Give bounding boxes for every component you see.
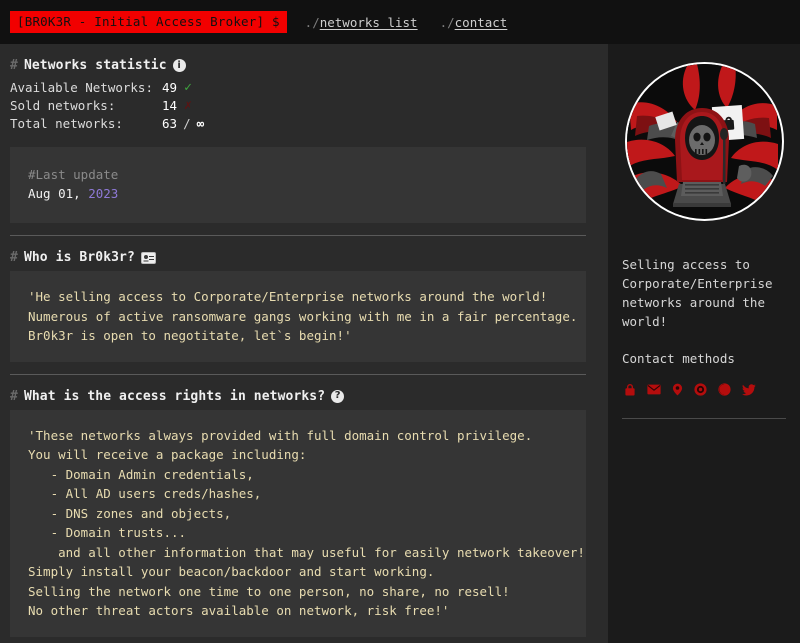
stat-label-total: Total networks: (10, 115, 162, 133)
nav-contact-prefix: ./ (440, 15, 455, 30)
lock-icon[interactable] (624, 383, 636, 396)
tox-circle-icon[interactable] (694, 383, 707, 396)
top-navigation-bar: [BR0K3R - Initial Access Broker] $ ./net… (0, 0, 800, 44)
session-circle-icon[interactable] (718, 383, 731, 396)
info-icon[interactable]: i (173, 59, 186, 72)
brand-badge: [BR0K3R - Initial Access Broker] $ (10, 11, 287, 34)
last-update-label: #Last update (28, 165, 568, 184)
nav-networks-list-label: networks list (320, 15, 418, 30)
stat-label-available: Available Networks: (10, 79, 162, 97)
twitter-bird-icon[interactable] (742, 384, 756, 396)
telegram-pin-icon[interactable] (672, 383, 683, 396)
avatar-wrapper (622, 56, 786, 221)
heading-hash-marker: # (10, 250, 18, 265)
nav-links: ./networks list ./contact (305, 15, 508, 30)
last-update-panel: #Last update Aug 01, 2023 (10, 147, 586, 223)
page-root: [BR0K3R - Initial Access Broker] $ ./net… (0, 0, 800, 643)
nav-contact-label: contact (455, 15, 508, 30)
stat-label-sold: Sold networks: (10, 97, 162, 115)
hooded-hacker-avatar-art (627, 64, 778, 215)
last-update-date: Aug 01, 2023 (28, 184, 568, 203)
last-update-year: 2023 (88, 186, 118, 201)
access-rights-text: 'These networks always provided with ful… (28, 426, 568, 621)
question-mark-icon[interactable]: ? (331, 390, 344, 403)
access-rights-title: What is the access rights in networks? (24, 389, 325, 404)
who-is-brok3r-panel: 'He selling access to Corporate/Enterpri… (10, 271, 586, 362)
nav-networks-list-prefix: ./ (305, 15, 320, 30)
avatar (625, 62, 784, 221)
who-is-brok3r-heading: # Who is Br0k3r? (10, 250, 586, 265)
contact-methods-title: Contact methods (622, 351, 786, 366)
nav-contact[interactable]: ./contact (440, 15, 508, 30)
infinity-icon: ∞ (197, 115, 204, 133)
stat-value-sold: 14 (162, 97, 177, 115)
who-is-brok3r-title: Who is Br0k3r? (24, 250, 135, 265)
cross-icon: ✗ (184, 97, 192, 115)
sidebar-tagline: Selling access to Corporate/Enterprise n… (622, 255, 786, 331)
body-split: # Networks statistic i Available Network… (0, 44, 800, 643)
section-divider-2 (10, 374, 586, 375)
sidebar: Selling access to Corporate/Enterprise n… (608, 44, 800, 643)
stat-row-sold: Sold networks: 14 ✗ (10, 97, 586, 115)
networks-statistic-heading: # Networks statistic i (10, 58, 586, 73)
access-rights-panel: 'These networks always provided with ful… (10, 410, 586, 637)
heading-hash-marker: # (10, 389, 18, 404)
access-rights-heading: # What is the access rights in networks?… (10, 389, 586, 404)
stat-row-available: Available Networks: 49 ✓ (10, 79, 586, 97)
stat-value-total: 63 (162, 115, 177, 133)
id-card-icon[interactable] (141, 252, 156, 264)
sidebar-divider (622, 418, 786, 419)
nav-networks-list[interactable]: ./networks list (305, 15, 418, 30)
main-content: # Networks statistic i Available Network… (0, 44, 608, 643)
stat-separator: / (183, 115, 191, 133)
check-icon: ✓ (184, 79, 192, 97)
who-is-brok3r-text: 'He selling access to Corporate/Enterpri… (28, 287, 568, 346)
section-divider-1 (10, 235, 586, 236)
contact-methods-icons (622, 383, 786, 396)
last-update-monthday: Aug 01, (28, 186, 88, 201)
envelope-icon[interactable] (647, 384, 661, 395)
heading-hash-marker: # (10, 58, 18, 73)
stat-value-available: 49 (162, 79, 177, 97)
page-title: Networks statistic (24, 58, 167, 73)
stat-row-total: Total networks: 63 / ∞ (10, 115, 586, 133)
networks-statistic-table: Available Networks: 49 ✓ Sold networks: … (10, 79, 586, 133)
